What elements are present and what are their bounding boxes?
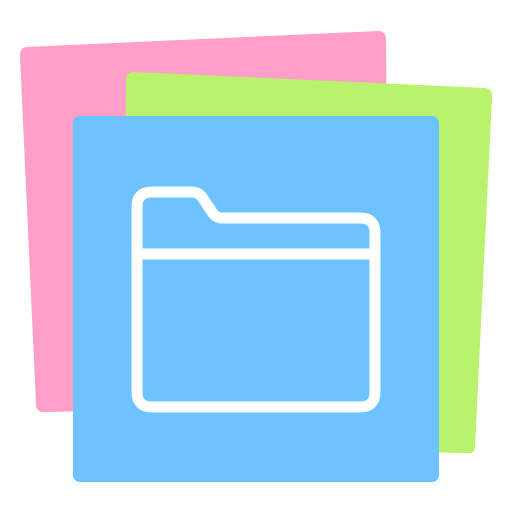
blue-sheet (73, 116, 439, 482)
app-icon-canvas (0, 0, 512, 512)
stacked-sheets-folder-icon (20, 31, 493, 482)
